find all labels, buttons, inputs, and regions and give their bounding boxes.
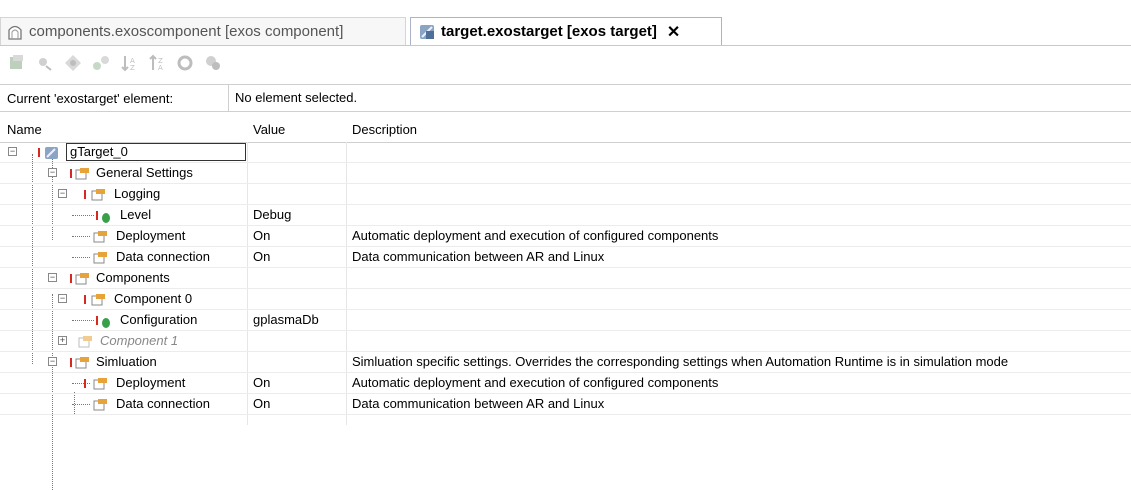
- tree-row-logging[interactable]: − Logging: [0, 184, 1131, 205]
- connect-icon[interactable]: [90, 52, 112, 74]
- marker-icon: [38, 148, 40, 157]
- row-description: Data communication between AR and Linux: [352, 396, 605, 411]
- row-value[interactable]: Debug: [253, 207, 291, 222]
- tree-line: [72, 236, 90, 237]
- tab-target-label: target.exostarget [exos target]: [441, 23, 657, 40]
- row-name: Component 0: [114, 291, 193, 306]
- sort-ascending-icon[interactable]: AZ: [118, 52, 140, 74]
- row-name: Component 1: [100, 333, 179, 348]
- row-name: Level: [120, 207, 152, 222]
- expand-icon[interactable]: +: [58, 336, 67, 345]
- focus-outline: [66, 143, 246, 161]
- tree-line: [72, 320, 94, 321]
- row-name: Data connection: [116, 396, 210, 411]
- property-group-icon: [75, 356, 90, 370]
- column-header-description[interactable]: Description: [352, 122, 417, 137]
- edit-icon[interactable]: [34, 52, 56, 74]
- property-group-icon: [78, 335, 93, 349]
- row-value[interactable]: On: [253, 396, 270, 411]
- current-element-label: Current 'exostarget' element:: [7, 91, 174, 106]
- marker-icon: [84, 379, 86, 388]
- tab-bar: components.exoscomponent [exos component…: [0, 0, 1131, 46]
- property-icon: [93, 230, 108, 244]
- row-name: Data connection: [116, 249, 210, 264]
- tree-row-deployment[interactable]: Deployment On Automatic deployment and e…: [0, 226, 1131, 247]
- property-group-icon: [91, 188, 106, 202]
- target-icon: [44, 146, 59, 160]
- tree-row-general-settings[interactable]: − General Settings: [0, 163, 1131, 184]
- row-description: Automatic deployment and execution of co…: [352, 228, 719, 243]
- settings-icon[interactable]: [202, 52, 224, 74]
- property-icon: [93, 398, 108, 412]
- toggle-icon[interactable]: [174, 52, 196, 74]
- tree-line: [72, 383, 90, 384]
- tree-line: [72, 404, 90, 405]
- tree-line: [72, 257, 90, 258]
- tree-row-component-1[interactable]: + Component 1: [0, 331, 1131, 352]
- tab-divider: [0, 45, 1131, 46]
- row-description: Automatic deployment and execution of co…: [352, 375, 719, 390]
- toolbar: AZ ZA: [0, 48, 1131, 78]
- marker-icon: [84, 190, 86, 199]
- collapse-icon[interactable]: −: [48, 168, 57, 177]
- marker-icon: [70, 274, 72, 283]
- collapse-icon[interactable]: −: [8, 147, 17, 156]
- marker-icon: [70, 169, 72, 178]
- current-element-value: No element selected.: [228, 85, 1131, 111]
- row-value[interactable]: On: [253, 228, 270, 243]
- row-name: Simluation: [96, 354, 157, 369]
- tree-row-data-connection[interactable]: Data connection On Data communication be…: [0, 247, 1131, 268]
- collapse-icon[interactable]: −: [58, 189, 67, 198]
- tab-components-label: components.exoscomponent [exos component…: [29, 23, 344, 40]
- navigate-icon[interactable]: [62, 52, 84, 74]
- tree-row-components[interactable]: − Components: [0, 268, 1131, 289]
- collapse-icon[interactable]: −: [58, 294, 67, 303]
- row-name: Logging: [114, 186, 161, 201]
- property-icon: [93, 377, 108, 391]
- sort-descending-icon[interactable]: ZA: [146, 52, 168, 74]
- tree-row-component-0[interactable]: − Component 0: [0, 289, 1131, 310]
- new-element-icon[interactable]: [6, 52, 28, 74]
- row-name: Components: [96, 270, 170, 285]
- marker-icon: [96, 316, 98, 325]
- row-description: Data communication between AR and Linux: [352, 249, 605, 264]
- tree-row-simluation[interactable]: − Simluation Simluation specific setting…: [0, 352, 1131, 373]
- tree-line: [72, 215, 94, 216]
- svg-text:Z: Z: [130, 64, 135, 72]
- target-icon: [417, 22, 437, 42]
- marker-icon: [84, 295, 86, 304]
- value-icon: [102, 212, 110, 223]
- tab-target[interactable]: target.exostarget [exos target] ✕: [410, 17, 722, 45]
- current-element-bar: Current 'exostarget' element: No element…: [0, 84, 1131, 112]
- row-name: General Settings: [96, 165, 193, 180]
- collapse-icon[interactable]: −: [48, 273, 57, 282]
- row-description: Simluation specific settings. Overrides …: [352, 354, 1009, 369]
- marker-icon: [96, 211, 98, 220]
- svg-text:A: A: [158, 64, 163, 72]
- property-icon: [93, 251, 108, 265]
- close-icon[interactable]: ✕: [667, 22, 680, 42]
- grid-header: Name Value Description: [0, 118, 1131, 143]
- property-group-icon: [75, 167, 90, 181]
- tree-row-configuration[interactable]: Configuration gplasmaDb: [0, 310, 1131, 331]
- column-header-name[interactable]: Name: [7, 122, 42, 137]
- row-name: Deployment: [116, 228, 186, 243]
- row-value[interactable]: On: [253, 375, 270, 390]
- tree-row-sim-deployment[interactable]: Deployment On Automatic deployment and e…: [0, 373, 1131, 394]
- tab-components[interactable]: components.exoscomponent [exos component…: [0, 17, 406, 45]
- tree-row-sim-data-connection[interactable]: Data connection On Data communication be…: [0, 394, 1131, 415]
- row-value[interactable]: On: [253, 249, 270, 264]
- collapse-icon[interactable]: −: [48, 357, 57, 366]
- tree-row-level[interactable]: Level Debug: [0, 205, 1131, 226]
- value-icon: [102, 317, 110, 328]
- component-icon: [5, 22, 25, 42]
- row-name: Deployment: [116, 375, 186, 390]
- row-name: Configuration: [120, 312, 198, 327]
- marker-icon: [70, 358, 72, 367]
- tree-row-gtarget[interactable]: − gTarget_0: [0, 142, 1131, 163]
- row-value[interactable]: gplasmaDb: [253, 312, 319, 327]
- column-header-value[interactable]: Value: [253, 122, 285, 137]
- property-group-icon: [91, 293, 106, 307]
- property-group-icon: [75, 272, 90, 286]
